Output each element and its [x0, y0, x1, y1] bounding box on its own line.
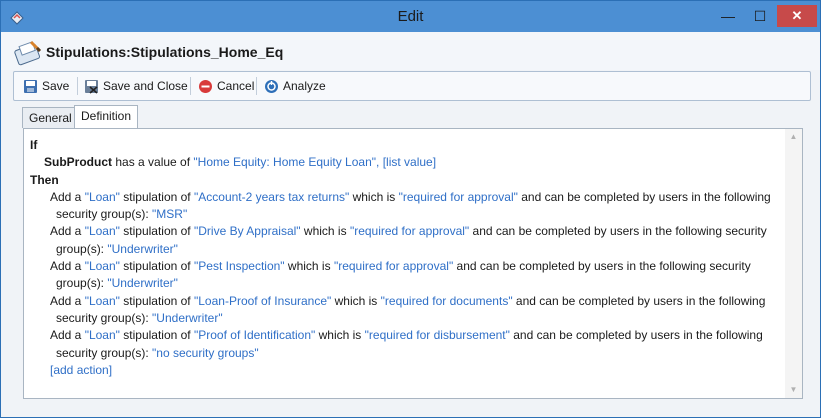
- tab-general[interactable]: General: [22, 107, 79, 128]
- security-group-link[interactable]: "no security groups": [152, 346, 259, 360]
- stipulation-name-link[interactable]: "Drive By Appraisal": [194, 224, 301, 238]
- save-close-icon: [85, 79, 98, 94]
- close-button[interactable]: ✕: [777, 5, 817, 27]
- action-text: which is: [287, 259, 331, 274]
- condition-operator[interactable]: has a value of: [115, 155, 190, 169]
- save-button[interactable]: Save: [23, 76, 69, 96]
- minimize-button[interactable]: —: [715, 5, 741, 27]
- definition-panel: If SubProduct has a value of "Home Equit…: [23, 128, 803, 399]
- action-text: and can be completed by users in the fol…: [472, 224, 767, 239]
- save-and-close-label: Save and Close: [103, 79, 188, 93]
- action-text: stipulation of: [123, 328, 191, 343]
- action-prefix: Add a: [50, 259, 82, 274]
- stipulation-type-link[interactable]: "Loan": [85, 294, 120, 308]
- add-action-link[interactable]: [add action]: [30, 362, 780, 379]
- action-text: group(s):: [56, 276, 105, 291]
- list-value-link[interactable]: [list value]: [383, 155, 436, 169]
- stipulation-name-link[interactable]: "Loan-Proof of Insurance": [194, 294, 331, 308]
- then-keyword: Then: [30, 172, 59, 187]
- requirement-link[interactable]: "required for disbursement": [365, 328, 510, 342]
- stipulation-type-link[interactable]: "Loan": [85, 328, 120, 342]
- action-prefix: Add a: [50, 224, 82, 239]
- requirement-link[interactable]: "required for approval": [334, 259, 453, 273]
- action-text: which is: [303, 224, 347, 239]
- action-text: security group(s):: [56, 207, 149, 222]
- requirement-link[interactable]: "required for approval": [399, 190, 518, 204]
- toolbar-separator: [190, 77, 191, 95]
- condition-field[interactable]: SubProduct: [44, 155, 112, 169]
- action-item: Add a "Loan" stipulation of "Loan-Proof …: [30, 293, 780, 310]
- scroll-up-arrow-icon[interactable]: ▲: [785, 129, 802, 145]
- action-item: Add a "Loan" stipulation of "Drive By Ap…: [30, 223, 780, 240]
- action-prefix: Add a: [50, 189, 82, 204]
- action-item-continued: security group(s): "no security groups": [30, 345, 780, 362]
- maximize-button[interactable]: ☐: [747, 5, 773, 27]
- action-text: group(s):: [56, 241, 105, 256]
- action-item: Add a "Loan" stipulation of "Proof of Id…: [30, 327, 780, 344]
- save-icon: [24, 79, 37, 93]
- cancel-button[interactable]: Cancel: [198, 76, 254, 96]
- action-item-continued: group(s): "Underwriter": [30, 241, 780, 258]
- action-text: stipulation of: [123, 259, 191, 274]
- stipulation-icon: [14, 40, 42, 66]
- stipulation-type-link[interactable]: "Loan": [85, 224, 120, 238]
- document-header: Stipulations:Stipulations_Home_Eq: [1, 32, 820, 70]
- vertical-scrollbar[interactable]: ▲ ▼: [785, 129, 802, 398]
- action-text: stipulation of: [123, 189, 191, 204]
- condition-value[interactable]: "Home Equity: Home Equity Loan",: [193, 155, 379, 169]
- action-item-continued: group(s): "Underwriter": [30, 275, 780, 292]
- cancel-icon: [199, 79, 212, 93]
- stipulation-type-link[interactable]: "Loan": [85, 259, 120, 273]
- requirement-link[interactable]: "required for documents": [381, 294, 513, 308]
- save-and-close-button[interactable]: Save and Close: [84, 76, 188, 96]
- toolbar-separator: [77, 77, 78, 95]
- action-item: Add a "Loan" stipulation of "Pest Inspec…: [30, 258, 780, 275]
- action-text: security group(s):: [56, 345, 149, 360]
- action-text: and can be completed by users in the fol…: [513, 328, 763, 343]
- rule-condition: SubProduct has a value of "Home Equity: …: [30, 154, 780, 171]
- cancel-label: Cancel: [217, 79, 255, 93]
- security-group-link[interactable]: "Underwriter": [107, 276, 178, 290]
- rule-definition: If SubProduct has a value of "Home Equit…: [30, 137, 780, 379]
- action-text: stipulation of: [123, 224, 191, 239]
- save-label: Save: [42, 79, 70, 93]
- action-text: which is: [352, 189, 396, 204]
- stipulation-name-link[interactable]: "Proof of Identification": [194, 328, 315, 342]
- action-text: stipulation of: [123, 293, 191, 308]
- analyze-icon: [265, 79, 278, 93]
- security-group-link[interactable]: "Underwriter": [107, 242, 178, 256]
- stipulation-type-link[interactable]: "Loan": [85, 190, 120, 204]
- action-text: security group(s):: [56, 310, 149, 325]
- stipulation-name-link[interactable]: "Account-2 years tax returns": [194, 190, 349, 204]
- document-title: Stipulations:Stipulations_Home_Eq: [46, 44, 284, 60]
- scroll-down-arrow-icon[interactable]: ▼: [785, 382, 802, 398]
- action-text: and can be completed by users in the fol…: [521, 189, 771, 204]
- analyze-label: Analyze: [283, 79, 326, 93]
- security-group-link[interactable]: "Underwriter": [152, 311, 223, 325]
- action-item-continued: security group(s): "MSR": [30, 206, 780, 223]
- action-text: and can be completed by users in the fol…: [456, 259, 751, 274]
- action-prefix: Add a: [50, 328, 82, 343]
- title-bar[interactable]: Edit — ☐ ✕: [1, 1, 820, 32]
- analyze-button[interactable]: Analyze: [264, 76, 326, 96]
- requirement-link[interactable]: "required for approval": [350, 224, 469, 238]
- edit-window: Edit — ☐ ✕ Stipulations:Stipulations_Hom…: [0, 0, 821, 418]
- action-prefix: Add a: [50, 293, 82, 308]
- toolbar: Save Save and Close Cancel Analyze: [13, 71, 811, 101]
- toolbar-separator: [256, 77, 257, 95]
- if-keyword: If: [30, 138, 38, 152]
- stipulation-name-link[interactable]: "Pest Inspection": [194, 259, 285, 273]
- action-item: Add a "Loan" stipulation of "Account-2 y…: [30, 189, 780, 206]
- action-text: and can be completed by users in the fol…: [515, 293, 766, 308]
- action-text: which is: [318, 328, 362, 343]
- tab-definition[interactable]: Definition: [74, 105, 139, 128]
- action-item-continued: security group(s): "Underwriter": [30, 310, 780, 327]
- security-group-link[interactable]: "MSR": [152, 207, 187, 221]
- window-title: Edit: [397, 8, 424, 25]
- action-text: which is: [334, 293, 378, 308]
